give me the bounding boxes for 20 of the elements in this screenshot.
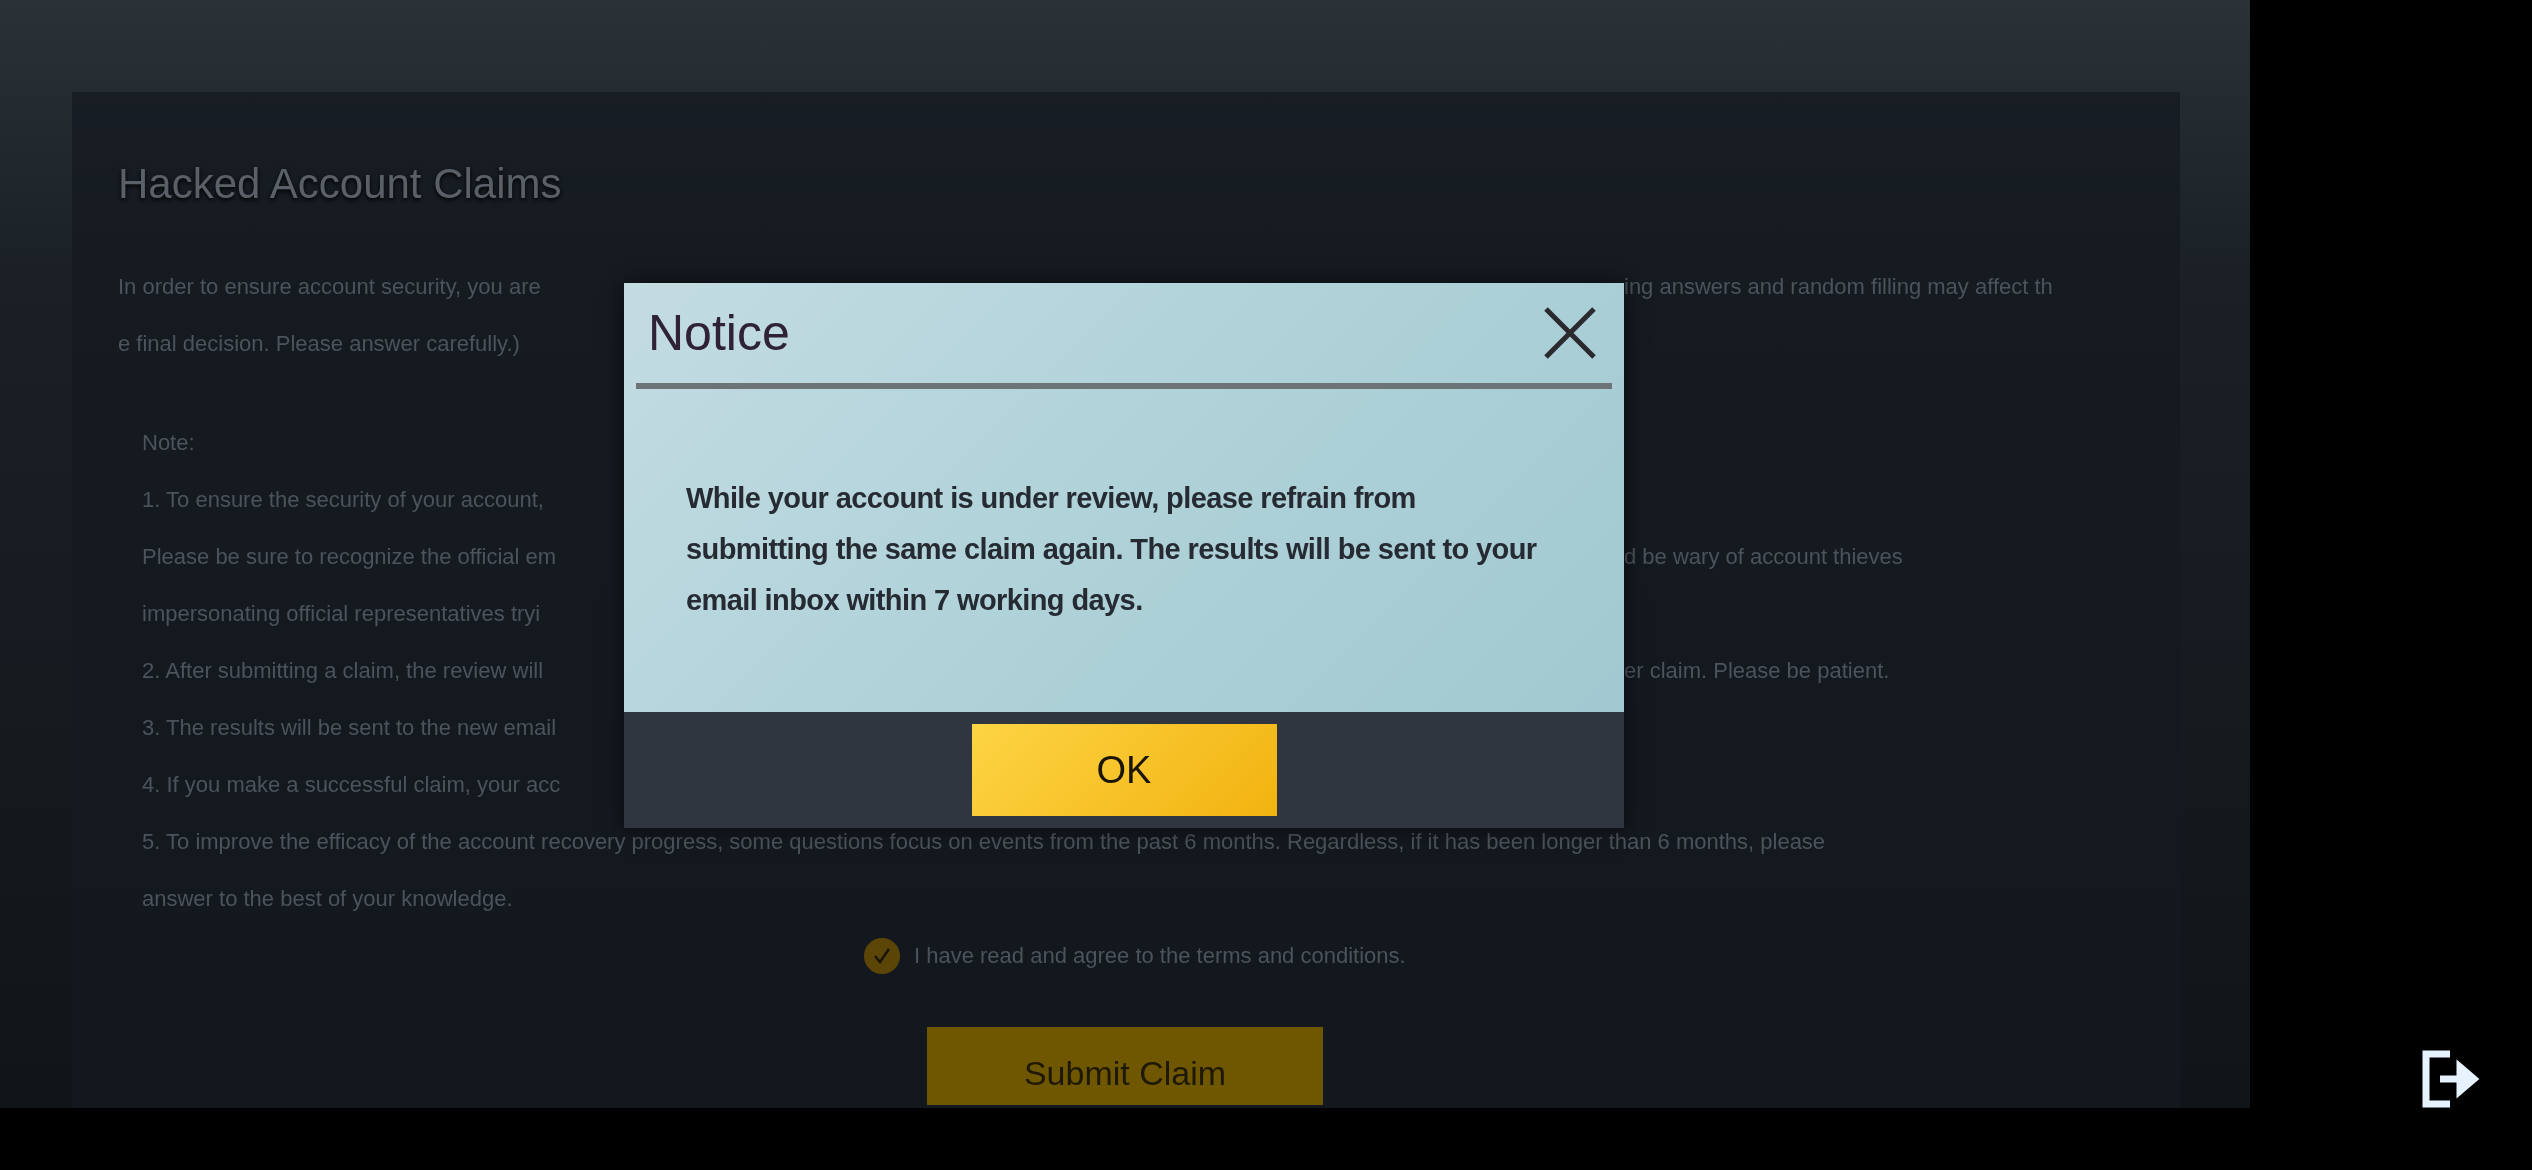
page-title: Hacked Account Claims (118, 159, 562, 209)
paragraph-text: answer to the best of your knowledge. (142, 884, 513, 913)
paragraph-text: ing answers and random filling may affect th (1624, 272, 2053, 301)
dialog-title: Notice (648, 304, 790, 362)
ok-button[interactable]: OK (971, 724, 1277, 816)
paragraph-text: e final decision. Please answer carefully.) (118, 329, 520, 358)
paragraph-text: er claim. Please be patient. (1624, 656, 1890, 685)
agreement-label: I have read and agree to the terms and conditions. (914, 941, 1406, 970)
dialog-message: While your account is under review, please refrain from submitting the same claim again. The results will be sent to your email inbox within 7 working days. (686, 481, 1538, 618)
agree-checkbox[interactable] (864, 937, 900, 974)
close-icon (1542, 305, 1598, 361)
note-heading: Note: (142, 428, 195, 457)
paragraph-text: impersonating official representatives tryi (142, 599, 541, 628)
paragraph-text: 2. After submitting a claim, the review will (142, 656, 544, 685)
paragraph-text: Please be sure to recognize the official em (142, 542, 557, 571)
paragraph-text: 1. To ensure the security of your account, (142, 485, 544, 514)
paragraph-text: 4. If you make a successful claim, your acc (142, 770, 561, 799)
paragraph-text: 3. The results will be sent to the new email (142, 713, 557, 742)
paragraph-text: In order to ensure account security, you are (118, 272, 541, 301)
paragraph-text: 5. To improve the efficacy of the account recovery progress, some questions focus on events from the past 6 months. Regardless, if it has been longer than 6 months, please (142, 827, 1826, 856)
